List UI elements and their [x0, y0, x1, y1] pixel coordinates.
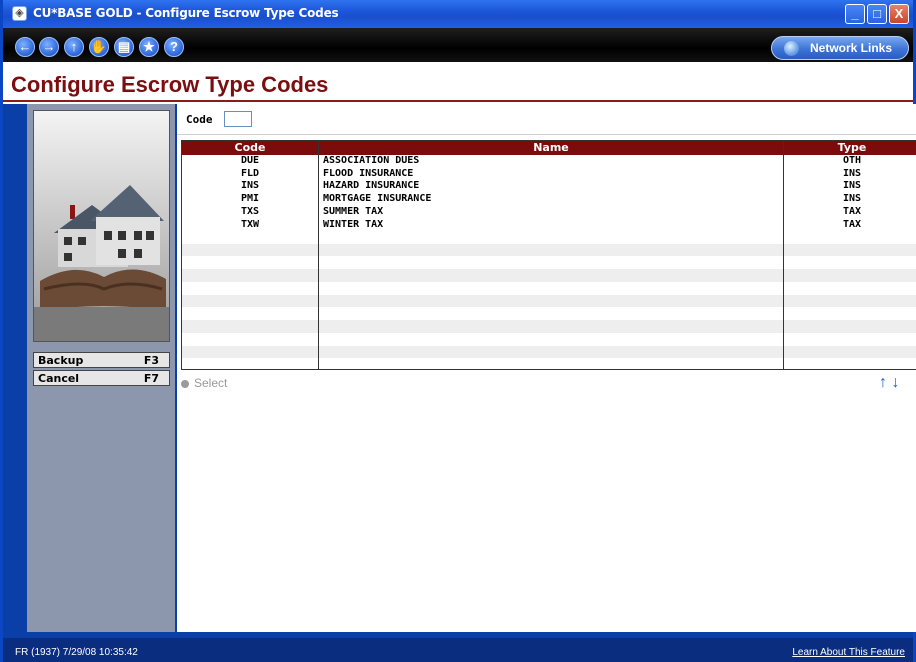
minimize-button[interactable]: _ — [845, 4, 865, 24]
cell-type: INS — [842, 180, 862, 192]
column-divider — [783, 141, 784, 369]
main-content: Code Code Name Type DUE ASSOCIATION DUES O… — [177, 104, 916, 632]
code-input[interactable] — [224, 111, 252, 127]
table-header: Code Name Type — [182, 141, 916, 155]
column-header-name[interactable]: Name — [319, 141, 783, 154]
session-info: FR (1937) 7/29/08 10:35:42 — [15, 647, 138, 658]
globe-icon — [784, 41, 799, 56]
network-links-label: Network Links — [810, 41, 893, 55]
app-window: ◈ CU*BASE GOLD - Configure Escrow Type C… — [0, 0, 916, 662]
code-field-label: Code — [186, 113, 213, 126]
cell-name: WINTER TAX — [323, 218, 384, 230]
window-title: CU*BASE GOLD - Configure Escrow Type Cod… — [33, 6, 339, 20]
table-row[interactable]: TXS SUMMER TAX TAX — [182, 206, 916, 219]
column-header-type[interactable]: Type — [784, 141, 916, 154]
close-button[interactable]: X — [889, 4, 909, 24]
cell-code: DUE — [240, 155, 260, 166]
up-icon[interactable]: ↑ — [64, 37, 84, 57]
empty-table-row[interactable] — [182, 320, 916, 333]
page-up-arrow-icon[interactable]: ↑ — [879, 374, 887, 391]
cell-name: FLOOD INSURANCE — [323, 167, 414, 179]
table-row[interactable]: PMI MORTGAGE INSURANCE INS — [182, 193, 916, 206]
cell-code: TXW — [240, 218, 260, 230]
scroll-arrows: ↑ ↓ — [879, 374, 899, 392]
app-icon[interactable]: ◈ — [12, 6, 27, 21]
title-bar: ◈ CU*BASE GOLD - Configure Escrow Type C… — [3, 0, 913, 28]
cell-code: FLD — [240, 167, 260, 179]
empty-table-row[interactable] — [182, 333, 916, 346]
cell-type: TAX — [842, 218, 862, 230]
empty-table-row[interactable] — [182, 358, 916, 369]
stop-hand-icon[interactable]: ✋ — [89, 37, 109, 57]
form-divider — [177, 134, 916, 135]
empty-table-row[interactable] — [182, 294, 916, 308]
cell-name: ASSOCIATION DUES — [323, 155, 420, 166]
print-icon[interactable]: ▤ — [114, 37, 134, 57]
empty-table-row[interactable] — [182, 257, 916, 270]
backup-key: F3 — [143, 354, 159, 367]
table-row[interactable]: TXW WINTER TAX TAX — [182, 219, 916, 232]
maximize-button[interactable]: □ — [867, 4, 887, 24]
cell-name: HAZARD INSURANCE — [323, 180, 420, 192]
empty-table-row[interactable] — [182, 282, 916, 295]
empty-table-row[interactable] — [182, 307, 916, 320]
cell-code: TXS — [240, 205, 260, 217]
empty-table-row[interactable] — [182, 269, 916, 282]
cell-code: PMI — [240, 193, 260, 205]
cell-name: MORTGAGE INSURANCE — [323, 193, 432, 205]
backup-fkey-button[interactable]: Backup F3 — [33, 352, 170, 368]
backup-label: Backup — [38, 354, 84, 367]
network-links-button[interactable]: Network Links — [771, 36, 909, 60]
cancel-label: Cancel — [38, 372, 80, 385]
cell-type: INS — [842, 167, 862, 179]
escrow-codes-table[interactable]: Code Name Type DUE ASSOCIATION DUES OTH FLD… — [181, 140, 916, 370]
page-header: Configure Escrow Type Codes — [3, 62, 913, 104]
empty-table-row[interactable] — [182, 231, 916, 244]
cancel-key: F7 — [143, 372, 159, 385]
empty-table-row[interactable] — [182, 243, 916, 257]
cell-code: INS — [240, 180, 260, 192]
select-option[interactable]: Select — [181, 376, 227, 390]
empty-table-row[interactable] — [182, 345, 916, 358]
cell-type: TAX — [842, 205, 862, 217]
table-row[interactable]: FLD FLOOD INSURANCE INS — [182, 168, 916, 181]
select-radio-icon — [181, 379, 189, 388]
page-title: Configure Escrow Type Codes — [11, 72, 329, 97]
learn-about-feature-link[interactable]: Learn About This Feature — [792, 647, 905, 658]
status-bar: FR (1937) 7/29/08 10:35:42 Learn About T… — [3, 638, 913, 662]
header-divider — [3, 100, 913, 102]
table-row[interactable]: DUE ASSOCIATION DUES OTH — [182, 155, 916, 168]
column-header-code[interactable]: Code — [182, 141, 318, 154]
cell-type: INS — [842, 193, 862, 205]
favorites-star-icon[interactable]: ★ — [139, 37, 159, 57]
select-label: Select — [194, 376, 228, 390]
column-divider — [318, 141, 319, 369]
help-icon[interactable]: ? — [164, 37, 184, 57]
toolbar: ← → ↑ ✋ ▤ ★ ? Network Links — [3, 28, 913, 62]
back-icon[interactable]: ← — [15, 37, 35, 57]
page-down-arrow-icon[interactable]: ↓ — [891, 374, 899, 391]
house-in-hands-image — [33, 110, 170, 342]
cell-type: OTH — [842, 155, 862, 166]
cell-name: SUMMER TAX — [323, 205, 384, 217]
forward-icon[interactable]: → — [39, 37, 59, 57]
table-row[interactable]: INS HAZARD INSURANCE INS — [182, 180, 916, 193]
left-panel: Backup F3 Cancel F7 — [27, 104, 175, 632]
cancel-fkey-button[interactable]: Cancel F7 — [33, 370, 170, 386]
